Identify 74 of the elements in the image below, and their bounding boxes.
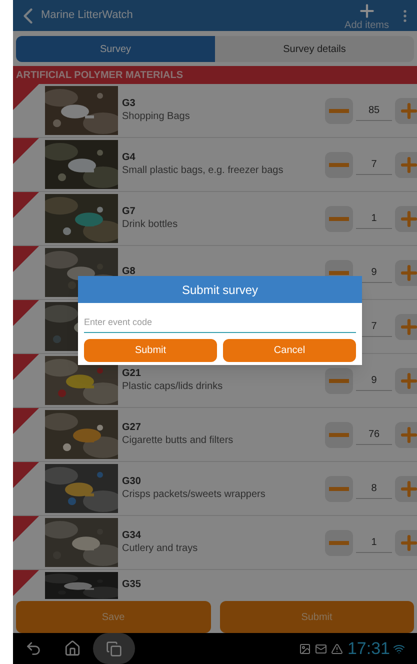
recent-apps-button[interactable]	[93, 633, 135, 664]
increment-button[interactable]	[395, 476, 417, 502]
increment-button[interactable]	[395, 422, 417, 448]
image-icon	[299, 642, 312, 654]
recent-apps-icon	[106, 640, 122, 656]
decrement-button[interactable]	[325, 530, 353, 556]
item-code: G35	[122, 579, 142, 592]
dialog-title: Submit survey	[182, 282, 258, 298]
item-name: Crisps packets/sweets wrappers	[122, 488, 266, 501]
corner-flag-icon	[13, 354, 39, 380]
item-code: G34	[122, 530, 142, 542]
increment-button[interactable]	[395, 98, 417, 124]
increment-button[interactable]	[395, 368, 417, 394]
decrement-button[interactable]	[325, 206, 353, 232]
item-name: Drink bottles	[122, 218, 179, 231]
count-field[interactable]: 76	[356, 424, 392, 444]
section-header: ARTIFICIAL POLYMER MATERIALS	[16, 68, 184, 82]
increment-button[interactable]	[395, 152, 417, 178]
item-name: Shopping Bags	[122, 110, 191, 123]
minus-icon	[329, 540, 349, 544]
count-field[interactable]: 7	[356, 154, 392, 174]
decrement-button[interactable]	[325, 152, 353, 178]
item-code: G7	[122, 206, 136, 218]
event-code-field[interactable]: Enter event code	[84, 316, 356, 332]
minus-icon	[329, 270, 349, 274]
tab[interactable]: Survey details	[215, 36, 414, 62]
cancel-button[interactable]: Cancel	[223, 339, 356, 362]
corner-flag-icon	[13, 408, 39, 434]
item-code: G8	[122, 266, 136, 279]
item-name: Cigarette butts and filters	[122, 434, 234, 447]
count-field[interactable]: 8	[356, 478, 392, 498]
minus-icon	[329, 108, 349, 112]
corner-flag-icon	[13, 570, 39, 596]
home-icon[interactable]	[64, 640, 81, 657]
minus-icon	[329, 162, 349, 166]
item-name: Plastic caps/lids drinks	[122, 380, 224, 393]
corner-flag-icon	[13, 516, 39, 542]
increment-button[interactable]	[395, 206, 417, 232]
decrement-button[interactable]	[325, 476, 353, 502]
corner-flag-icon	[13, 246, 39, 272]
corner-flag-icon	[13, 192, 39, 218]
add-items-button[interactable]: Add items	[344, 0, 389, 31]
corner-flag-icon	[13, 138, 39, 164]
wifi-icon	[393, 642, 405, 654]
decrement-button[interactable]	[325, 98, 353, 124]
increment-button[interactable]	[395, 530, 417, 556]
count-field[interactable]: 9	[356, 370, 392, 390]
corner-flag-icon	[13, 462, 39, 488]
minus-icon	[329, 432, 349, 436]
item-code: G30	[122, 476, 142, 488]
item-name: Cutlery and trays	[122, 542, 199, 555]
item-name: Small plastic bags, e.g. freezer bags	[122, 164, 284, 177]
submit-button[interactable]: Submit	[84, 339, 217, 362]
count-field[interactable]: 1	[356, 208, 392, 228]
back-icon[interactable]	[25, 640, 42, 657]
item-code: G27	[122, 422, 142, 434]
clock: 17:31	[347, 638, 390, 660]
warning-icon	[331, 642, 344, 654]
decrement-button[interactable]	[325, 368, 353, 394]
count-field[interactable]: 85	[356, 100, 392, 120]
app-title: Marine LitterWatch	[41, 8, 134, 24]
item-code: G21	[122, 368, 142, 380]
increment-button[interactable]	[395, 260, 417, 286]
tab[interactable]: Survey	[16, 36, 215, 62]
minus-icon	[329, 216, 349, 220]
increment-button[interactable]	[395, 314, 417, 340]
corner-flag-icon	[13, 300, 39, 326]
minus-icon	[329, 486, 349, 490]
minus-icon	[329, 378, 349, 382]
mail-icon	[315, 642, 328, 654]
count-field[interactable]: 1	[356, 532, 392, 552]
item-code: G3	[122, 98, 136, 110]
item-code: G4	[122, 152, 136, 164]
decrement-button[interactable]	[325, 422, 353, 448]
